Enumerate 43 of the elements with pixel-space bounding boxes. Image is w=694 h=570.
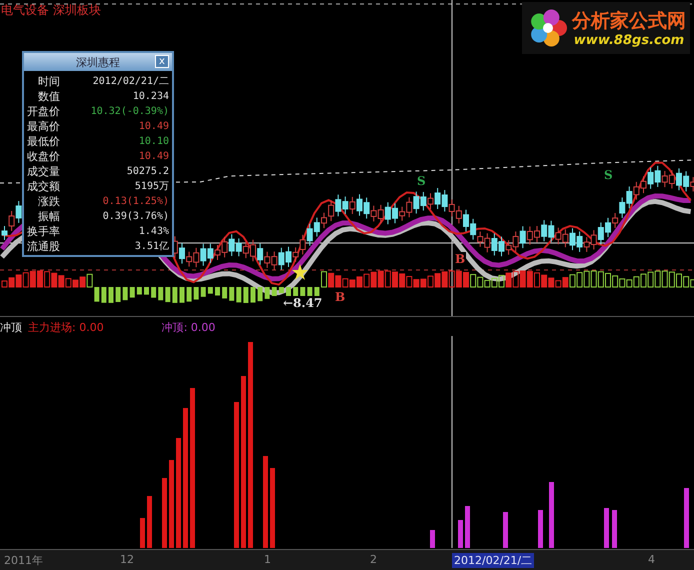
field-value: 5195万 (134, 180, 169, 194)
axis-label: 1 (263, 553, 272, 566)
signal-label: S (603, 168, 614, 182)
legend-value: 主力进场: 0.00 (28, 320, 104, 334)
field-value: 10.49 (138, 150, 169, 164)
axis-label: 2012/02/21/二 (452, 553, 534, 568)
field-label: 数值 (37, 89, 60, 104)
axis-label: 12 (119, 553, 135, 566)
field-label: 流通股 (27, 239, 60, 254)
field-value: 0.13(1.25%) (102, 195, 169, 209)
field-value: 10.49 (138, 120, 169, 134)
chart-title: 电气设备 深圳板块 (1, 2, 101, 19)
field-label: 最低价 (27, 134, 60, 149)
signal-label: S (416, 174, 427, 188)
field-label: 开盘价 (27, 104, 60, 119)
axis-label: 2 (369, 553, 378, 566)
signal-label: B (334, 290, 346, 304)
field-label: 收盘价 (27, 149, 60, 164)
field-value: 0.39(3.76%) (102, 210, 169, 224)
field-value: 50275.2 (126, 165, 169, 179)
legend-value: 冲顶: 0.00 (162, 320, 216, 334)
field-value: 1.43% (138, 225, 169, 239)
panel-title: 深圳惠程 (76, 54, 120, 70)
field-value: 10.10 (138, 135, 169, 149)
field-label: 时间 (37, 74, 60, 89)
signal-label: ←8.47 (282, 296, 324, 310)
field-value: 3.51亿 (134, 240, 169, 254)
field-value: 10.32(-0.39%) (90, 105, 169, 119)
close-button[interactable]: x (155, 55, 169, 68)
axis-label: 2011年 (3, 553, 44, 568)
field-label: 涨跌 (37, 194, 60, 209)
field-label: 换手率 (27, 224, 60, 239)
logo-url: www.88gs.com (574, 32, 684, 48)
axis-label: 4 (647, 553, 656, 566)
field-value: 10.234 (132, 90, 169, 104)
logo-name: 分析家公式网 (572, 8, 686, 32)
field-label: 振幅 (37, 209, 60, 224)
field-label: 成交量 (27, 164, 60, 179)
field-value: 2012/02/21/二 (92, 75, 169, 89)
signal-label: B (454, 252, 466, 266)
field-label: 最高价 (27, 119, 60, 134)
field-label: 成交额 (27, 179, 60, 194)
indicator-name: 冲顶 (0, 320, 22, 334)
